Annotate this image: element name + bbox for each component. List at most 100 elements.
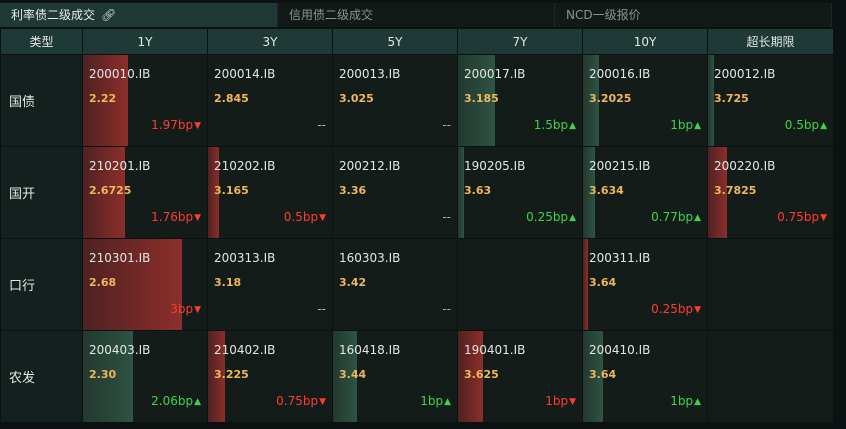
quote-cell-body: 200017.IB 3.185 1.5bp▲ [458, 55, 582, 146]
triangle-up-icon: ▲ [694, 213, 701, 223]
quote-cell[interactable]: 210201.IB 2.6725 1.76bp▼ [82, 146, 208, 239]
bond-code[interactable]: 210301.IB [89, 251, 150, 265]
quote-cell-body: 160303.IB 3.42 -- [334, 240, 457, 330]
quote-cell-body: 200014.IB 2.845 -- [209, 56, 332, 146]
quote-cell[interactable]: 200016.IB 3.2025 1bp▲ [582, 54, 708, 147]
bond-code[interactable]: 210402.IB [214, 343, 275, 357]
bond-code[interactable]: 160303.IB [339, 251, 400, 265]
yield-change-text: 3bp [170, 302, 194, 316]
table-row: 农发 200403.IB 2.30 2.06bp▲ 210402.IB 3.225 0.75… [0, 330, 834, 423]
bond-code[interactable]: 200403.IB [89, 343, 150, 357]
quote-cell[interactable]: 200010.IB 2.22 1.97bp▼ [82, 54, 208, 147]
quote-cell-body: 200410.IB 3.64 1bp▲ [583, 331, 707, 422]
tab-rate-bond-secondary[interactable]: 利率债二级成交 🔗︎ [0, 3, 278, 27]
quote-cell[interactable]: 200017.IB 3.185 1.5bp▲ [457, 54, 583, 147]
yield-change: -- [317, 118, 326, 132]
bond-code[interactable]: 200017.IB [464, 67, 525, 81]
yield-change: -- [317, 302, 326, 316]
quote-cell[interactable]: 200403.IB 2.30 2.06bp▲ [82, 330, 208, 423]
bond-code[interactable]: 160418.IB [339, 343, 400, 357]
yield-change-text: 0.5bp [283, 210, 319, 224]
tab-label: 利率债二级成交 [11, 8, 96, 22]
bond-code[interactable]: 200410.IB [589, 343, 650, 357]
bond-code[interactable]: 200313.IB [214, 251, 275, 265]
bond-code[interactable]: 210201.IB [89, 159, 150, 173]
yield-change: 1.76bp▼ [151, 210, 201, 224]
triangle-down-icon: ▼ [319, 213, 326, 223]
bond-code[interactable]: 200016.IB [589, 67, 650, 81]
quote-cell[interactable]: 190401.IB 3.625 1bp▼ [457, 330, 583, 423]
bond-yield: 3.42 [339, 276, 367, 289]
tab-ncd-primary-quote[interactable]: NCD一级报价 [555, 3, 832, 27]
yield-change-text: -- [442, 210, 451, 224]
triangle-up-icon: ▲ [444, 397, 451, 407]
yield-change-text: 0.25bp [651, 302, 694, 316]
yield-change: 3bp▼ [170, 302, 201, 316]
quote-cell[interactable]: 200313.IB 3.18 -- [207, 238, 333, 331]
quote-cell-body: 200212.IB 3.36 -- [334, 148, 457, 238]
bond-code[interactable]: 200012.IB [714, 67, 775, 81]
yield-change: 0.5bp▼ [284, 210, 326, 224]
quote-cell[interactable]: 200013.IB 3.025 -- [332, 54, 458, 147]
yield-change: 0.5bp▲ [785, 118, 827, 132]
tab-label: 信用债二级成交 [289, 8, 374, 22]
quote-cell-body: 200215.IB 3.634 0.77bp▲ [583, 147, 707, 238]
yield-change: 0.25bp▼ [651, 302, 701, 316]
bond-panel: 利率债二级成交 🔗︎ 信用债二级成交 NCD一级报价 类型 1Y 3Y 5Y 7Y… [0, 0, 846, 429]
bond-code[interactable]: 200014.IB [214, 67, 275, 81]
bond-yield: 3.44 [339, 368, 367, 381]
quote-cell [707, 330, 834, 423]
triangle-up-icon: ▲ [694, 397, 701, 407]
tab-credit-bond-secondary[interactable]: 信用债二级成交 [278, 3, 555, 27]
triangle-down-icon: ▼ [194, 213, 201, 223]
bond-code[interactable]: 210202.IB [214, 159, 275, 173]
bond-yield: 3.18 [214, 276, 242, 289]
row-label: 口行 [0, 238, 83, 331]
bond-code[interactable]: 190205.IB [464, 159, 525, 173]
quote-cell[interactable]: 200410.IB 3.64 1bp▲ [582, 330, 708, 423]
tab-bar: 利率债二级成交 🔗︎ 信用债二级成交 NCD一级报价 [0, 3, 846, 28]
quote-cell[interactable]: 160303.IB 3.42 -- [332, 238, 458, 331]
quote-cell[interactable]: 190205.IB 3.63 0.25bp▲ [457, 146, 583, 239]
bond-code[interactable]: 200215.IB [589, 159, 650, 173]
bond-code[interactable]: 200220.IB [714, 159, 775, 173]
bond-code[interactable]: 200013.IB [339, 67, 400, 81]
yield-change-text: 0.25bp [526, 210, 569, 224]
link-icon[interactable]: 🔗︎ [101, 3, 116, 27]
quote-cell[interactable]: 210402.IB 3.225 0.75bp▼ [207, 330, 333, 423]
triangle-down-icon: ▼ [194, 305, 201, 315]
quote-cell[interactable]: 200212.IB 3.36 -- [332, 146, 458, 239]
yield-change-text: -- [317, 118, 326, 132]
quote-cell[interactable]: 200012.IB 3.725 0.5bp▲ [707, 54, 834, 147]
row-label: 农发 [0, 330, 83, 423]
yield-change-text: 0.77bp [651, 210, 694, 224]
yield-change: 1bp▼ [545, 394, 576, 408]
header-1y: 1Y [82, 28, 208, 55]
quote-cell[interactable]: 200215.IB 3.634 0.77bp▲ [582, 146, 708, 239]
quote-cell-body: 200403.IB 2.30 2.06bp▲ [83, 331, 207, 422]
bond-code[interactable]: 190401.IB [464, 343, 525, 357]
quote-cell[interactable]: 210301.IB 2.68 3bp▼ [82, 238, 208, 331]
triangle-down-icon: ▼ [694, 305, 701, 315]
quote-cell[interactable]: 200014.IB 2.845 -- [207, 54, 333, 147]
quote-cell-body [709, 240, 833, 330]
quote-cell[interactable]: 200220.IB 3.7825 0.75bp▼ [707, 146, 834, 239]
yield-change: 1bp▲ [670, 394, 701, 408]
bond-code[interactable]: 200311.IB [589, 251, 650, 265]
quote-cell[interactable]: 210202.IB 3.165 0.5bp▼ [207, 146, 333, 239]
bond-yield: 2.68 [89, 276, 117, 289]
yield-change-text: -- [442, 302, 451, 316]
yield-change: -- [442, 302, 451, 316]
yield-change: -- [442, 210, 451, 224]
quote-cell-body: 210202.IB 3.165 0.5bp▼ [208, 147, 332, 238]
quote-cell-body: 160418.IB 3.44 1bp▲ [333, 331, 457, 422]
bond-code[interactable]: 200212.IB [339, 159, 400, 173]
quote-cell[interactable]: 160418.IB 3.44 1bp▲ [332, 330, 458, 423]
quote-cell[interactable]: 200311.IB 3.64 0.25bp▼ [582, 238, 708, 331]
yield-change-text: -- [317, 302, 326, 316]
yield-change-text: 0.75bp [276, 394, 319, 408]
quote-cell-body: 190401.IB 3.625 1bp▼ [458, 331, 582, 422]
triangle-up-icon: ▲ [569, 213, 576, 223]
quote-cell-body: 210301.IB 2.68 3bp▼ [83, 239, 207, 330]
bond-code[interactable]: 200010.IB [89, 67, 150, 81]
